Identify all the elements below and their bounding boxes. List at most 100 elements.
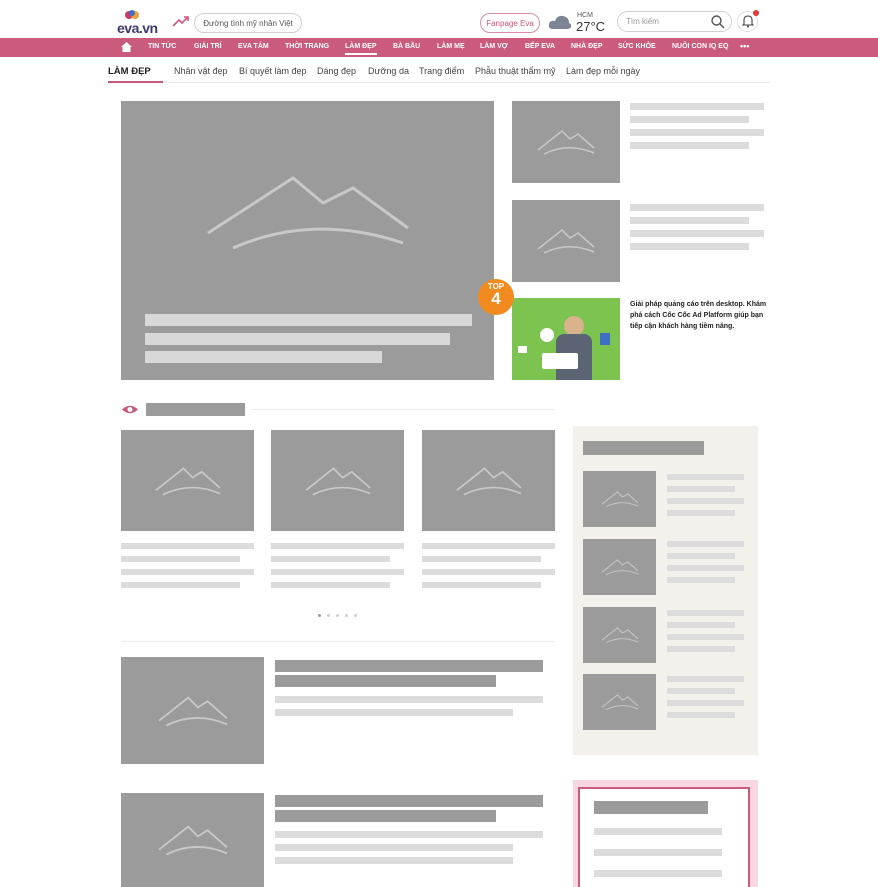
sidebar-pink-card xyxy=(578,787,750,887)
section-divider xyxy=(121,641,555,642)
nav-item-suc-khoe[interactable]: SỨC KHỎE xyxy=(618,43,656,50)
mountain-placeholder-icon xyxy=(455,466,522,495)
trending-pill[interactable]: Đường tình mỹ nhân Việt xyxy=(194,13,302,33)
card-title-line xyxy=(422,582,541,588)
carousel-dot[interactable] xyxy=(336,614,339,617)
list-article-desc-line xyxy=(275,709,513,716)
sidebar-article-line xyxy=(667,577,735,583)
top-badge: TOP 4 xyxy=(478,279,514,315)
carousel-dot[interactable] xyxy=(354,614,357,617)
play-icon xyxy=(518,346,527,353)
sidebar-article-line xyxy=(667,634,744,640)
sidebar-article-line xyxy=(667,565,744,571)
hero-article-image[interactable] xyxy=(121,101,494,380)
card-title-line xyxy=(422,569,555,575)
top-badge-number: 4 xyxy=(491,289,501,308)
sidebar-article-image[interactable] xyxy=(583,471,656,527)
subnav-lam-dep[interactable]: LÀM ĐẸP xyxy=(108,66,151,77)
card-title-line xyxy=(121,543,254,549)
ad-tile xyxy=(600,333,610,345)
subnav-phau-thuat[interactable]: Phẫu thuật thẩm mỹ xyxy=(475,66,556,76)
pink-card-line xyxy=(594,849,722,856)
search-icon[interactable] xyxy=(711,15,725,29)
nav-item-nuoi-con[interactable]: NUÔI CON IQ EQ xyxy=(672,43,728,50)
sidebar-article-line xyxy=(667,498,744,504)
mountain-placeholder-icon xyxy=(601,694,638,711)
logo-text: eva.vn xyxy=(117,20,158,36)
card-title-line xyxy=(271,582,390,588)
nav-item-ba-bau[interactable]: BÀ BẦU xyxy=(393,43,420,50)
subnav-lam-dep-moi-ngay[interactable]: Làm đẹp mỗi ngày xyxy=(566,66,640,76)
card-title-line xyxy=(271,569,404,575)
nav-more-button[interactable]: ••• xyxy=(740,41,749,51)
list-article-image[interactable] xyxy=(121,657,264,764)
sidebar-article-image[interactable] xyxy=(583,674,656,730)
mountain-placeholder-icon xyxy=(601,491,638,508)
card-title-line xyxy=(121,582,240,588)
pink-card-line xyxy=(594,870,722,877)
weather-temp: 27°C xyxy=(576,19,606,34)
trend-icon xyxy=(172,16,189,27)
mountain-placeholder-icon xyxy=(157,825,228,856)
card-image[interactable] xyxy=(121,430,254,531)
hero-title-line xyxy=(145,351,382,363)
main-nav: TIN TỨC GIẢI TRÍ EVA TÁM THỜI TRANG LÀM … xyxy=(0,38,878,57)
list-article-desc-line xyxy=(275,831,543,838)
side-article-image[interactable] xyxy=(512,200,620,282)
ad-person-head xyxy=(564,316,584,336)
sidebar-article-line xyxy=(667,553,735,559)
nav-item-lam-me[interactable]: LÀM MẸ xyxy=(437,43,465,50)
nav-item-lam-vo[interactable]: LÀM VỢ xyxy=(480,43,508,50)
home-icon[interactable] xyxy=(121,42,132,52)
side-article-title-line xyxy=(630,142,749,149)
sidebar-title xyxy=(583,441,704,455)
carousel-dot[interactable] xyxy=(345,614,348,617)
nav-item-thoi-trang[interactable]: THỜI TRANG xyxy=(285,43,329,50)
nav-item-nha-dep[interactable]: NHÀ ĐẸP xyxy=(571,43,603,50)
subnav-duong-da[interactable]: Dưỡng da xyxy=(368,66,409,76)
eva-logo[interactable]: eva.vn xyxy=(117,10,158,36)
card-image[interactable] xyxy=(271,430,404,531)
sidebar-article-line xyxy=(667,486,735,492)
nav-item-bep-eva[interactable]: BẾP EVA xyxy=(525,43,555,50)
list-article-desc-line xyxy=(275,844,513,851)
side-article-image[interactable] xyxy=(512,101,620,183)
nav-item-eva-tam[interactable]: EVA TÁM xyxy=(238,43,269,50)
carousel-dot-active[interactable] xyxy=(318,614,321,617)
card-title-line xyxy=(422,543,555,549)
notification-button[interactable] xyxy=(737,10,759,32)
subnav-dang-dep[interactable]: Dáng đẹp xyxy=(317,66,356,76)
hero-title-line xyxy=(145,314,472,326)
ad-text[interactable]: Giải pháp quảng cáo trên desktop. Khám p… xyxy=(630,299,770,332)
list-article-image[interactable] xyxy=(121,793,264,887)
nav-item-giai-tri[interactable]: GIẢI TRÍ xyxy=(194,43,222,50)
list-article-title-line xyxy=(275,795,543,807)
side-article-title-line xyxy=(630,243,749,250)
pink-card-title xyxy=(594,801,708,814)
sidebar-article-line xyxy=(667,474,744,480)
sidebar-article-line xyxy=(667,541,744,547)
carousel-dot[interactable] xyxy=(327,614,330,617)
card-title-line xyxy=(121,569,254,575)
nav-item-tin-tuc[interactable]: TIN TỨC xyxy=(148,43,176,50)
subnav-bi-quyet[interactable]: Bí quyết làm đẹp xyxy=(239,66,307,76)
ad-banner-image[interactable] xyxy=(512,298,620,380)
subnav-nhan-vat-dep[interactable]: Nhân vật đẹp xyxy=(174,66,228,76)
list-article-desc-line xyxy=(275,696,543,703)
mountain-placeholder-icon xyxy=(304,466,371,495)
bell-icon xyxy=(742,15,754,28)
sidebar-article-line xyxy=(667,688,735,694)
section-divider xyxy=(250,409,555,410)
side-article-title-line xyxy=(630,204,764,211)
sidebar-article-image[interactable] xyxy=(583,539,656,595)
list-article-desc-line xyxy=(275,857,513,864)
subnav-trang-diem[interactable]: Trang điểm xyxy=(419,66,464,76)
nav-item-lam-dep[interactable]: LÀM ĐẸP xyxy=(345,43,377,55)
card-image[interactable] xyxy=(422,430,555,531)
subnav-divider xyxy=(108,82,770,83)
fanpage-pill[interactable]: Fanpage Eva xyxy=(480,13,540,33)
sidebar-article-image[interactable] xyxy=(583,607,656,663)
ad-orb xyxy=(540,328,554,342)
eye-icon xyxy=(122,405,138,414)
mountain-placeholder-icon xyxy=(601,559,638,576)
